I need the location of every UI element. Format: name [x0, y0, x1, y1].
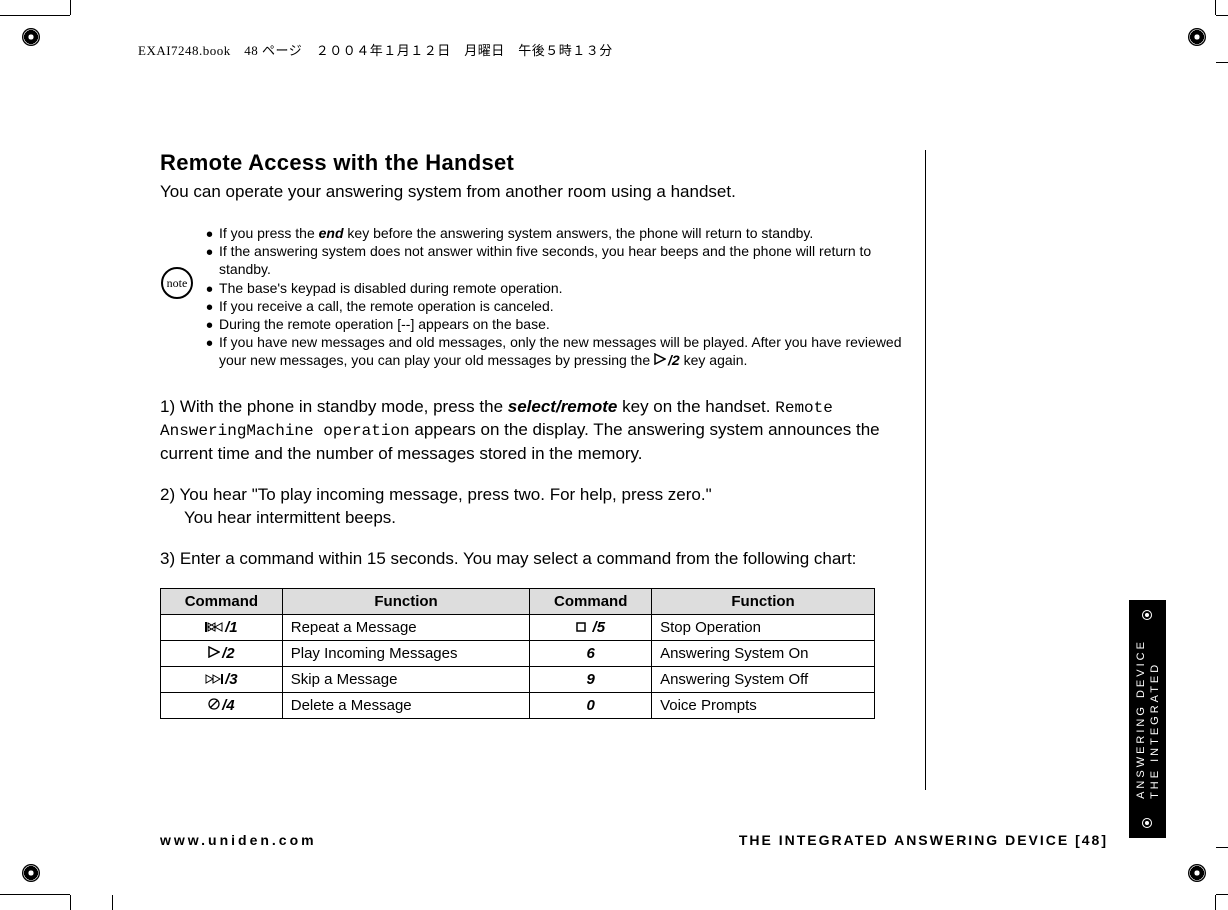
command-cell: 6: [530, 641, 652, 667]
note-item: • If you press the end key before the an…: [206, 224, 920, 242]
function-cell: Play Incoming Messages: [282, 641, 530, 667]
command-cell: 9: [530, 667, 652, 693]
command-cell: /4: [161, 693, 283, 719]
footer-url: www.uniden.com: [160, 832, 317, 848]
function-cell: Repeat a Message: [282, 615, 530, 641]
note-item: • If the answering system does not answe…: [206, 242, 920, 278]
crop-mark: [70, 895, 71, 910]
col-function: Function: [282, 589, 530, 615]
crop-mark: [1216, 15, 1228, 16]
crop-mark: [1216, 62, 1228, 63]
registration-mark-icon: [22, 864, 40, 882]
crop-mark: [70, 0, 71, 15]
note-icon: note: [160, 266, 194, 300]
footer-section-page: THE INTEGRATED ANSWERING DEVICE [48]: [739, 832, 1108, 848]
bullet-icon: •: [206, 283, 213, 297]
crop-mark: [0, 894, 70, 895]
command-cell: /1: [161, 615, 283, 641]
function-cell: Voice Prompts: [652, 693, 875, 719]
play-icon: [654, 353, 666, 365]
registration-mark-icon: [1188, 28, 1206, 46]
side-tab-label: ANSWERING DEVICE THE INTEGRATED: [1134, 639, 1162, 799]
command-cell: /2: [161, 641, 283, 667]
page-content: Remote Access with the Handset You can o…: [160, 150, 920, 719]
page-title: Remote Access with the Handset: [160, 150, 920, 176]
note-text: If you have new messages and old message…: [219, 333, 920, 369]
note-text: If you press the end key before the answ…: [219, 224, 813, 242]
col-function: Function: [652, 589, 875, 615]
table-row: /1 Repeat a Message /5 Stop Operation: [161, 615, 875, 641]
note-text: If you receive a call, the remote operat…: [219, 297, 554, 315]
command-cell: /5: [530, 615, 652, 641]
command-cell: /3: [161, 667, 283, 693]
rewind-icon: [205, 620, 223, 635]
note-block: note • If you press the end key before t…: [160, 224, 920, 370]
function-cell: Answering System Off: [652, 667, 875, 693]
decorative-dot-icon: [1142, 818, 1152, 828]
table-row: /4 Delete a Message 0 Voice Prompts: [161, 693, 875, 719]
crop-mark: [1215, 0, 1216, 15]
play-icon: [208, 646, 220, 661]
note-text: If the answering system does not answer …: [219, 242, 920, 278]
bullet-icon: •: [206, 319, 213, 333]
registration-mark-icon: [22, 28, 40, 46]
function-cell: Delete a Message: [282, 693, 530, 719]
col-command: Command: [161, 589, 283, 615]
crop-mark: [1215, 895, 1216, 910]
step-1: 1) With the phone in standby mode, press…: [160, 396, 920, 466]
table-row: /3 Skip a Message 9 Answering System Off: [161, 667, 875, 693]
print-header-line: EXAI7248.book 48 ページ ２００４年１月１２日 月曜日 午後５時…: [138, 40, 613, 59]
side-section-tab: ANSWERING DEVICE THE INTEGRATED: [1129, 600, 1166, 838]
crop-mark: [0, 15, 70, 16]
forward-icon: [205, 672, 223, 687]
delete-icon: [208, 698, 220, 713]
stop-icon: [576, 620, 586, 635]
crop-mark: [112, 895, 113, 910]
steps: 1) With the phone in standby mode, press…: [160, 396, 920, 571]
note-item: • If you have new messages and old messa…: [206, 333, 920, 369]
note-item: • If you receive a call, the remote oper…: [206, 297, 920, 315]
note-item: • During the remote operation [--] appea…: [206, 315, 920, 333]
bullet-icon: •: [206, 337, 213, 351]
step-3: 3) Enter a command within 15 seconds. Yo…: [160, 548, 920, 571]
note-item: • The base's keypad is disabled during r…: [206, 279, 920, 297]
bullet-icon: •: [206, 246, 213, 260]
decorative-dot-icon: [1142, 610, 1152, 620]
note-list: • If you press the end key before the an…: [206, 224, 920, 370]
function-cell: Stop Operation: [652, 615, 875, 641]
function-cell: Skip a Message: [282, 667, 530, 693]
table-header-row: Command Function Command Function: [161, 589, 875, 615]
page-footer: www.uniden.com THE INTEGRATED ANSWERING …: [160, 832, 1108, 848]
note-text: During the remote operation [--] appears…: [219, 315, 550, 333]
bullet-icon: •: [206, 228, 213, 242]
crop-mark: [1216, 847, 1228, 848]
note-text: The base's keypad is disabled during rem…: [219, 279, 563, 297]
commands-table: Command Function Command Function /1 Rep…: [160, 588, 875, 719]
col-command: Command: [530, 589, 652, 615]
table-row: /2 Play Incoming Messages 6 Answering Sy…: [161, 641, 875, 667]
step-2: 2) You hear "To play incoming message, p…: [160, 484, 920, 530]
command-cell: 0: [530, 693, 652, 719]
intro-text: You can operate your answering system fr…: [160, 182, 920, 202]
bullet-icon: •: [206, 301, 213, 315]
note-label: note: [167, 276, 188, 290]
content-divider: [925, 150, 926, 790]
crop-mark: [1216, 894, 1228, 895]
registration-mark-icon: [1188, 864, 1206, 882]
function-cell: Answering System On: [652, 641, 875, 667]
